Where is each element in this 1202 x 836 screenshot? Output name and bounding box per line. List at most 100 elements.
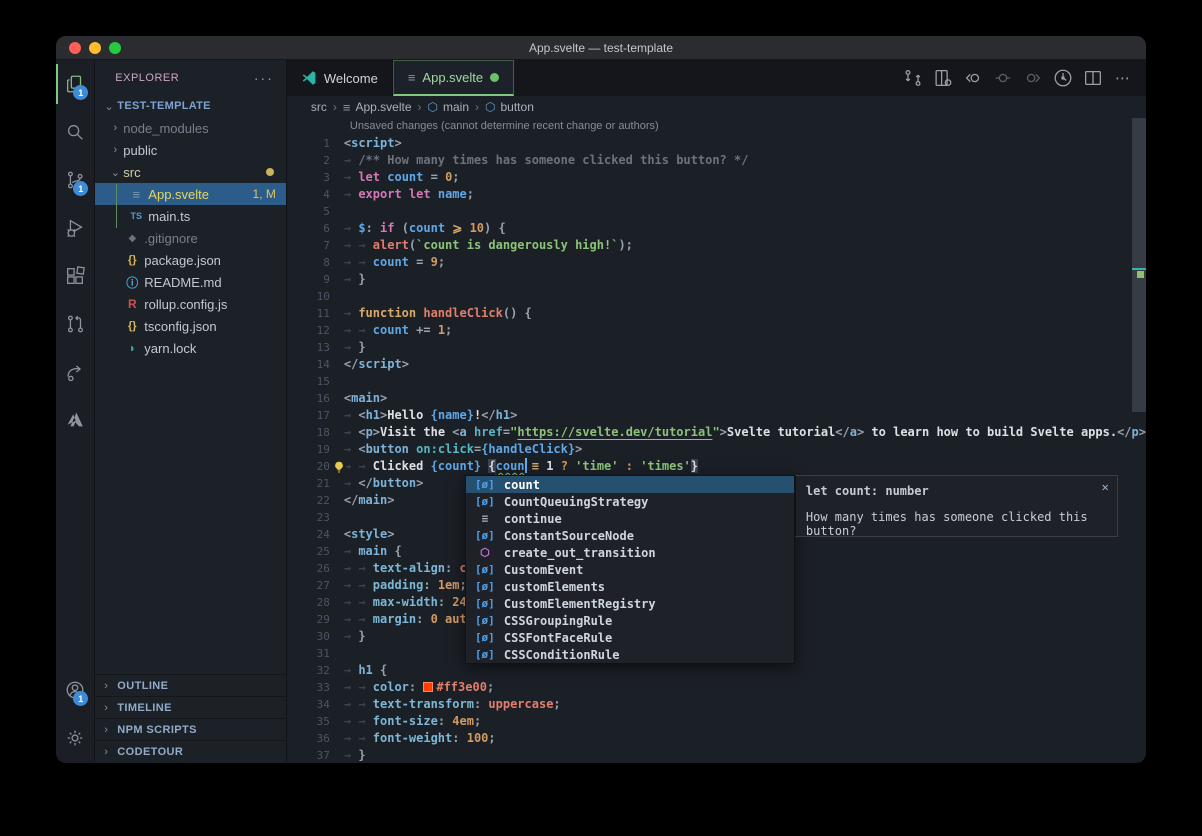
tree-item-app-svelte[interactable]: ≡App.svelte1, M: [95, 183, 286, 205]
suggestion-customelementregistry[interactable]: [ø]CustomElementRegistry: [466, 595, 794, 612]
code-line-15[interactable]: 15: [287, 373, 1146, 390]
activity-accounts[interactable]: 1: [56, 666, 94, 714]
code-line-16[interactable]: 16<main>: [287, 390, 1146, 407]
tab-welcome[interactable]: Welcome: [287, 60, 393, 96]
code-line-17[interactable]: 17→ <h1>Hello {name}!</h1>: [287, 407, 1146, 424]
split-editor-button[interactable]: [1080, 65, 1106, 91]
code-line-18[interactable]: 18→ <p>Visit the <a href="https://svelte…: [287, 424, 1146, 441]
activity-live-share[interactable]: [56, 348, 94, 396]
suggestion-customevent[interactable]: [ø]CustomEvent: [466, 561, 794, 578]
code-line-34[interactable]: 34→ → text-transform: uppercase;: [287, 696, 1146, 713]
tree-item-readme-md[interactable]: ⓘREADME.md: [95, 271, 286, 293]
line-number: 4: [287, 186, 344, 203]
code-line-19[interactable]: 19→ <button on:click={handleClick}>: [287, 441, 1146, 458]
activity-github-pull-requests[interactable]: [56, 300, 94, 348]
breadcrumb-item-app-svelte[interactable]: ≡App.svelte: [343, 100, 412, 115]
file-label: main.ts: [148, 209, 190, 224]
tree-item-package-json[interactable]: {}package.json: [95, 249, 286, 271]
panel-header-npm-scripts[interactable]: ›NPM SCRIPTS: [95, 718, 286, 740]
code-line-3[interactable]: 3→ let count = 0;: [287, 169, 1146, 186]
lightbulb-icon[interactable]: [332, 460, 346, 474]
tree-item-main-ts[interactable]: TSmain.ts: [95, 205, 286, 227]
panel-header-outline[interactable]: ›OUTLINE: [95, 674, 286, 696]
codelens-annotation[interactable]: Unsaved changes (cannot determine recent…: [287, 118, 1146, 135]
suggestion-customelements[interactable]: [ø]customElements: [466, 578, 794, 595]
tree-item--gitignore[interactable]: ◆.gitignore: [95, 227, 286, 249]
breadcrumb-item-main[interactable]: ⬡main: [428, 100, 470, 114]
close-icon[interactable]: ✕: [1102, 480, 1109, 494]
activity-search[interactable]: [56, 108, 94, 156]
autocomplete-popup: [ø]count[ø]CountQueuingStrategy≡continue…: [465, 475, 1118, 664]
line-number: 21: [287, 475, 344, 492]
code-line-36[interactable]: 36→ → font-weight: 100;: [287, 730, 1146, 747]
code-line-32[interactable]: 32→ h1 {: [287, 662, 1146, 679]
previous-change-button[interactable]: [960, 65, 986, 91]
tree-item-tsconfig-json[interactable]: {}tsconfig.json: [95, 315, 286, 337]
sidebar-more-actions-button[interactable]: ···: [254, 70, 274, 86]
code-line-37[interactable]: 37→ }: [287, 747, 1146, 762]
code-line-9[interactable]: 9→ }: [287, 271, 1146, 288]
open-changes-button[interactable]: [930, 65, 956, 91]
minimize-window-button[interactable]: [89, 42, 101, 54]
code-line-11[interactable]: 11→ function handleClick() {: [287, 305, 1146, 322]
suggestion-constantsourcenode[interactable]: [ø]ConstantSourceNode: [466, 527, 794, 544]
code-line-10[interactable]: 10: [287, 288, 1146, 305]
code-line-35[interactable]: 35→ → font-size: 4em;: [287, 713, 1146, 730]
activity-settings[interactable]: [56, 714, 94, 762]
file-label: src: [123, 165, 140, 180]
code-line-4[interactable]: 4→ export let name;: [287, 186, 1146, 203]
tab-app-svelte[interactable]: ≡App.svelte: [393, 60, 514, 96]
panel-header-codetour[interactable]: ›CODETOUR: [95, 740, 286, 762]
code-line-20[interactable]: 20→ → Clicked {count} {coun ≡ 1 ? 'time'…: [287, 458, 1146, 475]
title-bar[interactable]: App.svelte — test-template: [56, 36, 1146, 60]
code-line-1[interactable]: 1<script>: [287, 135, 1146, 152]
gitlens-overview-button[interactable]: [1050, 65, 1076, 91]
breadcrumb-item-src[interactable]: src: [311, 100, 327, 114]
panel-header-timeline[interactable]: ›TIMELINE: [95, 696, 286, 718]
activity-explorer[interactable]: 1: [56, 60, 94, 108]
line-number: 18: [287, 424, 344, 441]
tree-item-public[interactable]: ›public: [95, 139, 286, 161]
suggestion-cssconditionrule[interactable]: [ø]CSSConditionRule: [466, 646, 794, 663]
line-content: → <button on:click={handleClick}>: [344, 441, 582, 458]
code-line-2[interactable]: 2→ /** How many times has someone clicke…: [287, 152, 1146, 169]
more-actions-button[interactable]: ⋯: [1110, 65, 1136, 91]
suggestion-create_out_transition[interactable]: ⬡create_out_transition: [466, 544, 794, 561]
suggestion-cssfontfacerule[interactable]: [ø]CSSFontFaceRule: [466, 629, 794, 646]
tree-item-yarn-lock[interactable]: ◗yarn.lock: [95, 337, 286, 359]
gitlens-compare-button[interactable]: [900, 65, 926, 91]
code-line-7[interactable]: 7→ → alert(`count is dangerously high!`)…: [287, 237, 1146, 254]
code-editor[interactable]: Unsaved changes (cannot determine recent…: [287, 118, 1146, 762]
zoom-window-button[interactable]: [109, 42, 121, 54]
tree-root-folder[interactable]: ⌄ TEST-TEMPLATE: [95, 95, 286, 117]
code-line-14[interactable]: 14</script>: [287, 356, 1146, 373]
editor-scrollbar[interactable]: [1132, 118, 1146, 412]
code-line-12[interactable]: 12→ → count += 1;: [287, 322, 1146, 339]
code-line-6[interactable]: 6→ $: if (count ⩾ 10) {: [287, 220, 1146, 237]
activity-azure[interactable]: [56, 396, 94, 444]
code-line-5[interactable]: 5: [287, 203, 1146, 220]
file-label: node_modules: [123, 121, 208, 136]
code-line-8[interactable]: 8→ → count = 9;: [287, 254, 1146, 271]
line-content: → h1 {: [344, 662, 387, 679]
next-change-button[interactable]: [1020, 65, 1046, 91]
tree-item-src[interactable]: ⌄src: [95, 161, 286, 183]
suggestion-cssgroupingrule[interactable]: [ø]CSSGroupingRule: [466, 612, 794, 629]
suggestion-continue[interactable]: ≡continue: [466, 510, 794, 527]
breadcrumb-item-button[interactable]: ⬡button: [485, 100, 534, 114]
suggestion-countqueuingstrategy[interactable]: [ø]CountQueuingStrategy: [466, 493, 794, 510]
activity-run-debug[interactable]: [56, 204, 94, 252]
activity-extensions[interactable]: [56, 252, 94, 300]
suggestion-count[interactable]: [ø]count: [466, 476, 794, 493]
code-line-33[interactable]: 33→ → color: #ff3e00;: [287, 679, 1146, 696]
line-number: 5: [287, 203, 344, 220]
code-line-13[interactable]: 13→ }: [287, 339, 1146, 356]
line-number: 17: [287, 407, 344, 424]
tree-item-node-modules[interactable]: ›node_modules: [95, 117, 286, 139]
tree-item-rollup-config-js[interactable]: Rrollup.config.js: [95, 293, 286, 315]
activity-source-control[interactable]: 1: [56, 156, 94, 204]
symbol-variable-icon: [ø]: [472, 597, 498, 610]
breadcrumb-label: src: [311, 100, 327, 114]
current-change-button[interactable]: [990, 65, 1016, 91]
close-window-button[interactable]: [69, 42, 81, 54]
